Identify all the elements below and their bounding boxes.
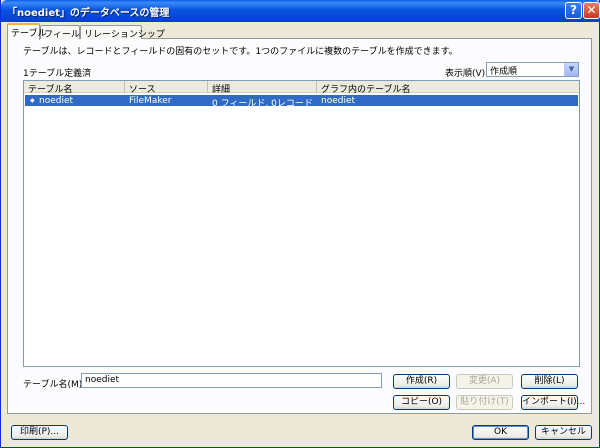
description-text: テーブルは、レコードとフィールドの固有のセットです。1つのファイルに複数のテーブ… [23,47,458,57]
create-button[interactable]: 作成(R) [393,374,450,389]
column-header-graph-table-name[interactable]: グラフ内のテーブル名 [317,81,579,95]
delete-button[interactable]: 削除(L) [521,374,578,389]
chevron-down-icon[interactable]: ▼ [564,63,578,76]
tab-fields[interactable]: フィールド [40,25,89,40]
import-button[interactable]: インポート(I)... [521,395,585,410]
sort-order-label: 表示順(V): [445,69,489,79]
print-button[interactable]: 印刷(P)... [11,425,68,440]
copy-button[interactable]: コピー(O) [393,395,450,410]
column-header-details[interactable]: 詳細 [208,81,317,95]
cell-graph-table-name: noediet [321,96,356,106]
close-icon[interactable]: ✕ [583,2,600,19]
cell-source: FileMaker [129,96,172,106]
column-header-table-name[interactable]: テーブル名 [24,81,125,95]
column-header-source[interactable]: ソース [125,81,208,95]
paste-button[interactable]: 貼り付け(T) [456,395,513,410]
sort-order-select[interactable]: 作成順 ▼ [486,62,579,77]
tab-tables[interactable]: テーブル [7,23,46,40]
cell-details: 0 フィールド, 0レコード [212,99,313,109]
change-button[interactable]: 変更(A) [456,374,513,389]
window-title: 「noediet」のデータベースの管理 [7,8,170,19]
table-count-text: 1テーブル定義済 [23,69,92,79]
title-bar[interactable]: 「noediet」のデータベースの管理 ? ✕ [1,0,600,22]
list-header: テーブル名 ソース 詳細 グラフ内のテーブル名 [24,81,579,95]
tables-list[interactable]: テーブル名 ソース 詳細 グラフ内のテーブル名 ◆ noediet FileMa… [23,80,580,367]
tab-relationships[interactable]: リレーションシップ [80,25,165,40]
table-name-input[interactable]: noediet [81,373,382,388]
table-row[interactable]: ◆ noediet FileMaker 0 フィールド, 0レコード noedi… [25,95,578,109]
sort-order-value: 作成順 [490,67,518,77]
ok-button[interactable]: OK [472,425,529,440]
help-icon[interactable]: ? [565,2,582,19]
cell-table-name: noediet [39,96,74,106]
manage-database-dialog: 「noediet」のデータベースの管理 ? ✕ テーブル フィールド リレーショ… [0,0,600,448]
table-row-icon: ◆ [30,97,35,104]
table-name-label: テーブル名(M): [23,380,86,390]
cancel-button[interactable]: キャンセル [535,425,592,440]
